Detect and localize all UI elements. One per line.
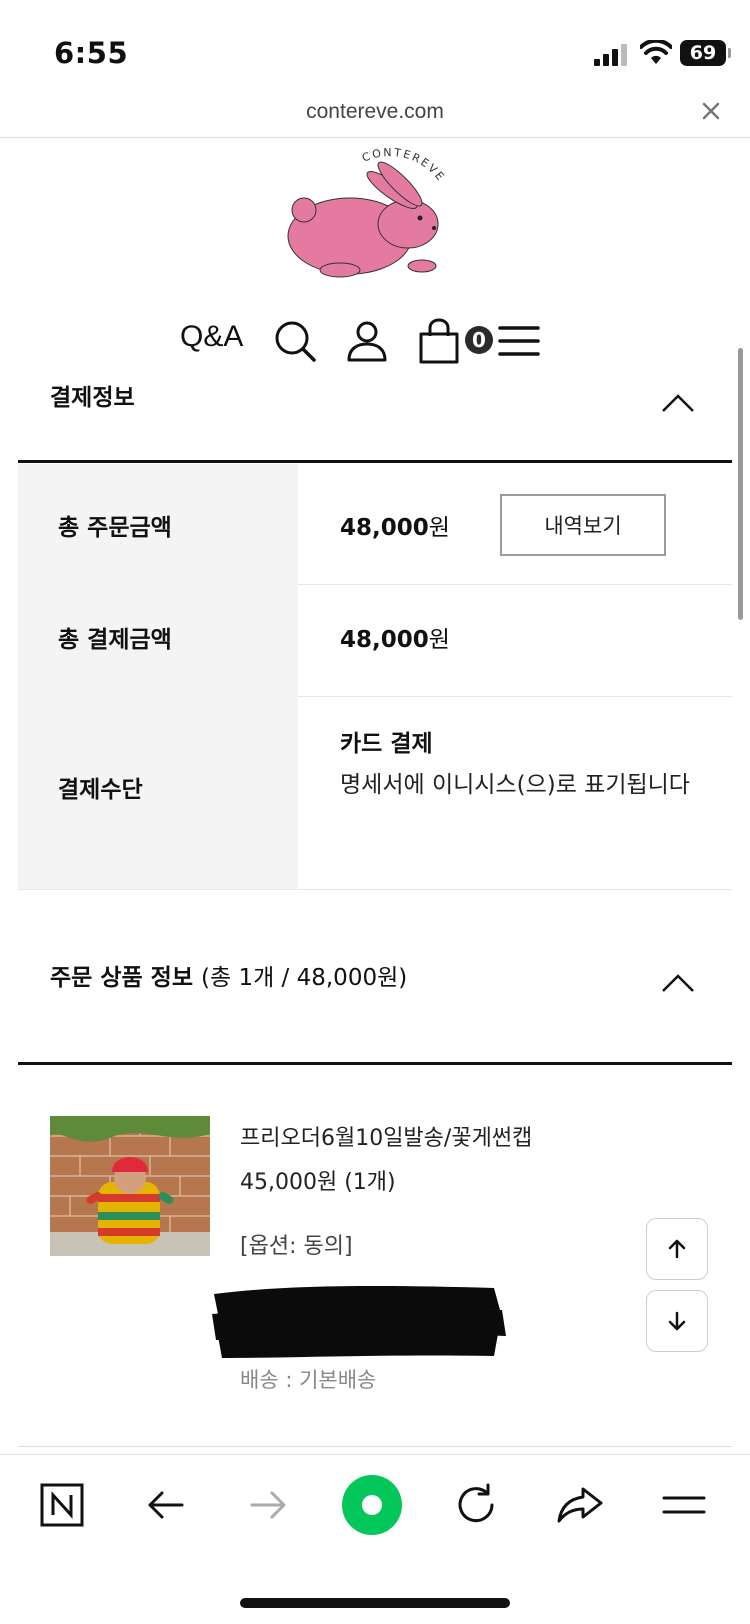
row-divider	[298, 696, 732, 697]
search-icon[interactable]	[272, 318, 318, 364]
forward-arrow-icon	[250, 1491, 286, 1519]
menu-icon	[662, 1496, 706, 1514]
home-indicator[interactable]	[240, 1598, 510, 1608]
section-divider	[18, 460, 732, 463]
list-divider	[18, 1446, 732, 1447]
naver-home-button[interactable]	[34, 1477, 90, 1533]
product-shipping: 배송 : 기본배송	[240, 1368, 377, 1392]
site-nav: Q&A	[0, 310, 750, 370]
share-icon	[557, 1487, 603, 1523]
chevron-up-icon[interactable]	[660, 972, 696, 994]
total-payment-unit: 원	[428, 627, 450, 653]
battery-icon: 69	[680, 40, 731, 66]
row-divider	[298, 584, 732, 585]
row-divider	[18, 889, 732, 890]
arrow-down-icon	[668, 1311, 686, 1331]
refresh-button[interactable]	[448, 1477, 504, 1533]
site-logo[interactable]: CONTEREVE	[282, 148, 468, 288]
browser-menu-button[interactable]	[656, 1477, 712, 1533]
user-icon[interactable]	[344, 318, 390, 364]
redaction-mark	[212, 1286, 506, 1358]
url-text[interactable]: contereve.com	[0, 100, 750, 124]
section-divider	[18, 1062, 732, 1065]
product-name[interactable]: 프리오더6월10일발송/꽃게썬캡	[240, 1120, 532, 1152]
scroll-bottom-button[interactable]	[646, 1290, 708, 1352]
order-summary: (총 1개 / 48,000원)	[201, 965, 408, 991]
chevron-up-icon[interactable]	[660, 392, 696, 414]
product-thumbnail[interactable]	[50, 1116, 210, 1256]
total-order-value: 48,000	[340, 515, 429, 541]
cart-count-badge: 0	[465, 326, 493, 354]
arrow-up-icon	[668, 1239, 686, 1259]
total-payment-label: 총 결제금액	[58, 627, 172, 653]
product-option: [옵션: 동의]	[240, 1234, 353, 1259]
product-price: 45,000원 (1개)	[240, 1170, 396, 1195]
cart-icon[interactable]	[416, 318, 462, 364]
total-order-label: 총 주문금액	[58, 515, 172, 541]
naver-n-icon	[40, 1483, 84, 1527]
green-dot-button[interactable]	[336, 1469, 408, 1541]
total-order-unit: 원	[428, 515, 450, 541]
status-time: 6:55	[54, 36, 129, 70]
payment-method-value: 카드 결제	[340, 731, 433, 757]
order-section-title: 주문 상품 정보 (총 1개 / 48,000원)	[50, 958, 407, 992]
share-button[interactable]	[552, 1477, 608, 1533]
close-icon[interactable]	[696, 96, 726, 126]
total-order-amount: 48,000원	[340, 508, 450, 542]
page-scrollbar[interactable]	[738, 348, 743, 620]
green-dot-icon	[342, 1475, 402, 1535]
total-payment-value: 48,000	[340, 627, 429, 653]
back-arrow-icon	[148, 1491, 184, 1519]
url-bar[interactable]: contereve.com	[0, 96, 750, 138]
refresh-icon	[458, 1483, 494, 1523]
scroll-top-button[interactable]	[646, 1218, 708, 1280]
forward-button[interactable]	[240, 1477, 296, 1533]
menu-icon[interactable]	[496, 318, 542, 364]
payment-method-label: 결제수단	[58, 777, 143, 803]
total-payment-amount: 48,000원	[340, 620, 450, 654]
status-bar: 6:55 69	[0, 0, 750, 96]
wifi-icon	[640, 40, 672, 64]
view-details-button[interactable]: 내역보기	[500, 494, 666, 556]
payment-table: 총 주문금액 48,000원 내역보기 총 결제금액 48,000원 결제수단 …	[18, 464, 732, 890]
order-title: 주문 상품 정보	[50, 965, 193, 991]
payment-method-note: 명세서에 이니시스(으)로 표기됩니다	[340, 772, 690, 798]
payment-section-title: 결제정보	[50, 385, 135, 411]
back-button[interactable]	[138, 1477, 194, 1533]
signal-icon	[594, 44, 627, 66]
qa-link[interactable]: Q&A	[180, 320, 243, 354]
